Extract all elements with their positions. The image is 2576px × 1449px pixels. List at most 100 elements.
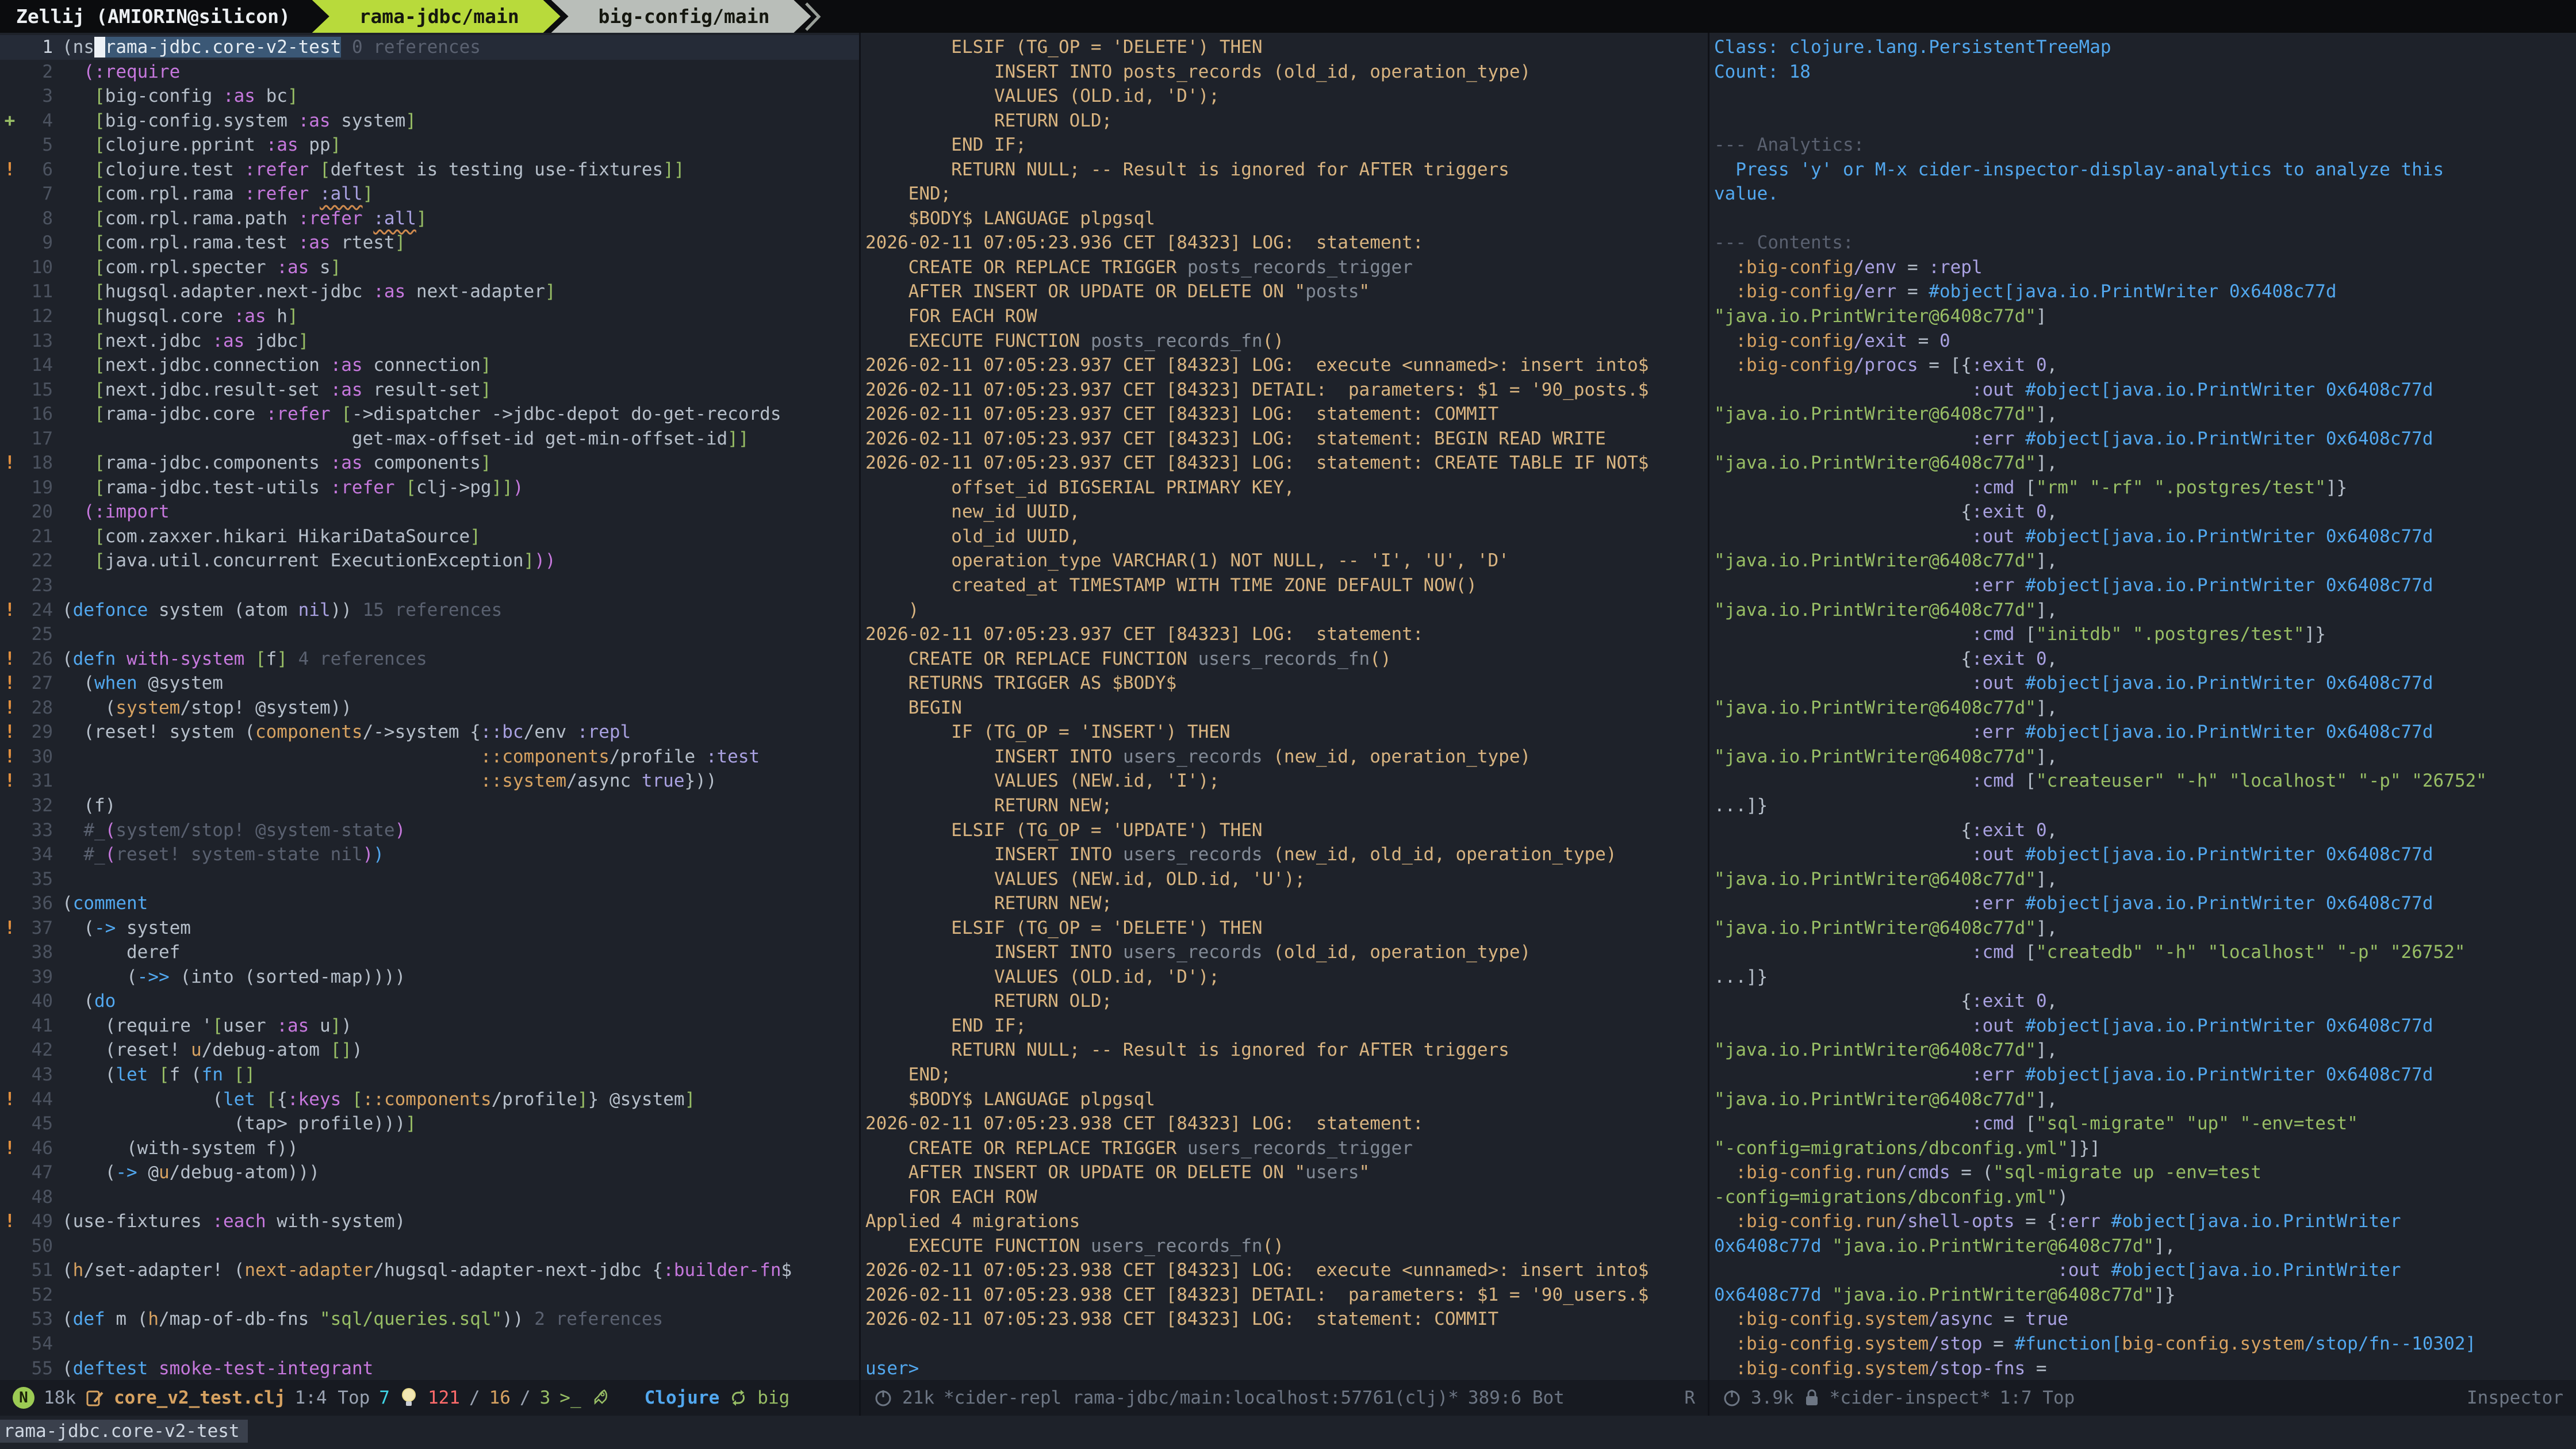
repl-buffer[interactable]: ELSIF (TG_OP = 'DELETE') THEN INSERT INT…: [861, 33, 1708, 1380]
source-code-line[interactable]: 13 [next.jdbc :as jdbc]: [0, 329, 859, 354]
inspector-line[interactable]: :big-config/env = :repl: [1714, 255, 2576, 280]
source-code-line[interactable]: 40 (do: [0, 989, 859, 1014]
repl-output-line[interactable]: AFTER INSERT OR UPDATE OR DELETE ON "use…: [865, 1160, 1708, 1185]
repl-output-line[interactable]: VALUES (OLD.id, 'D');: [865, 965, 1708, 990]
source-code-line[interactable]: 45 (tap> profile)))]: [0, 1111, 859, 1136]
inspector-line[interactable]: "java.io.PrintWriter@6408c77d"],: [1714, 451, 2576, 476]
inspector-line[interactable]: :cmd ["createuser" "-h" "localhost" "-p"…: [1714, 769, 2576, 793]
inspector-line[interactable]: {:exit 0,: [1714, 989, 2576, 1014]
inspector-line[interactable]: :big-config.run/shell-opts = {:err #obje…: [1714, 1209, 2576, 1234]
inspector-line[interactable]: :big-config/exit = 0: [1714, 329, 2576, 354]
inspector-line[interactable]: ...]}: [1714, 965, 2576, 990]
repl-output-line[interactable]: END IF;: [865, 1014, 1708, 1038]
repl-output-line[interactable]: CREATE OR REPLACE FUNCTION users_records…: [865, 647, 1708, 672]
source-code-line[interactable]: 15 [next.jdbc.result-set :as result-set]: [0, 378, 859, 402]
repl-output-line[interactable]: RETURN NEW;: [865, 891, 1708, 916]
repl-output-line[interactable]: 2026-02-11 07:05:23.937 CET [84323] LOG:…: [865, 622, 1708, 647]
inspector-line[interactable]: :out #object[java.io.PrintWriter 0x6408c…: [1714, 842, 2576, 867]
source-code-line[interactable]: !37 (-> system: [0, 916, 859, 941]
source-code-line[interactable]: 42 (reset! u/debug-atom []): [0, 1038, 859, 1063]
source-code-line[interactable]: 14 [next.jdbc.connection :as connection]: [0, 353, 859, 378]
inspector-buffer[interactable]: Class: clojure.lang.PersistentTreeMapCou…: [1709, 33, 2576, 1380]
source-code-line[interactable]: 41 (require '[user :as u]): [0, 1014, 859, 1038]
repl-output-line[interactable]: 2026-02-11 07:05:23.937 CET [84323] LOG:…: [865, 451, 1708, 476]
inspector-line[interactable]: :cmd ["rm" "-rf" ".postgres/test"]}: [1714, 476, 2576, 500]
repl-output-line[interactable]: CREATE OR REPLACE TRIGGER users_records_…: [865, 1136, 1708, 1161]
repl-output-line[interactable]: $BODY$ LANGUAGE plpgsql: [865, 206, 1708, 231]
repl-output-line[interactable]: INSERT INTO users_records (old_id, opera…: [865, 940, 1708, 965]
repl-output-line[interactable]: user>: [865, 1356, 1708, 1380]
inspector-line[interactable]: "java.io.PrintWriter@6408c77d"],: [1714, 867, 2576, 892]
repl-pane[interactable]: ELSIF (TG_OP = 'DELETE') THEN INSERT INT…: [861, 33, 1709, 1416]
inspector-line[interactable]: "java.io.PrintWriter@6408c77d"],: [1714, 1087, 2576, 1112]
source-code-line[interactable]: 21 [com.zaxxer.hikari HikariDataSource]: [0, 524, 859, 549]
inspector-line[interactable]: {:exit 0,: [1714, 500, 2576, 524]
source-code-line[interactable]: 20 (:import: [0, 500, 859, 524]
repl-output-line[interactable]: 2026-02-11 07:05:23.937 CET [84323] LOG:…: [865, 427, 1708, 451]
repl-output-line[interactable]: AFTER INSERT OR UPDATE OR DELETE ON "pos…: [865, 279, 1708, 304]
repl-output-line[interactable]: 2026-02-11 07:05:23.937 CET [84323] LOG:…: [865, 353, 1708, 378]
repl-output-line[interactable]: INSERT INTO users_records (new_id, opera…: [865, 745, 1708, 769]
inspector-line[interactable]: :err #object[java.io.PrintWriter 0x6408c…: [1714, 1063, 2576, 1087]
source-code-line[interactable]: 34 #_(reset! system-state nil)): [0, 842, 859, 867]
inspector-line[interactable]: "java.io.PrintWriter@6408c77d"],: [1714, 402, 2576, 427]
source-code-line[interactable]: 8 [com.rpl.rama.path :refer :all]: [0, 206, 859, 231]
inspector-line[interactable]: "-config=migrations/dbconfig.yml"]}]: [1714, 1136, 2576, 1161]
source-code-line[interactable]: +4 [big-config.system :as system]: [0, 109, 859, 133]
source-code-line[interactable]: 53(def m (h/map-of-db-fns "sql/queries.s…: [0, 1307, 859, 1332]
source-code-line[interactable]: 10 [com.rpl.specter :as s]: [0, 255, 859, 280]
inspector-line[interactable]: :big-config.run/cmds = ("sql-migrate up …: [1714, 1160, 2576, 1185]
inspector-line[interactable]: :err #object[java.io.PrintWriter 0x6408c…: [1714, 720, 2576, 745]
inspector-line[interactable]: --- Contents:: [1714, 231, 2576, 255]
repl-output-line[interactable]: FOR EACH ROW: [865, 304, 1708, 329]
inspector-line[interactable]: "java.io.PrintWriter@6408c77d"],: [1714, 696, 2576, 720]
inspector-line[interactable]: :out #object[java.io.PrintWriter: [1714, 1258, 2576, 1283]
inspector-line[interactable]: :big-config.system/stop = #function[big-…: [1714, 1332, 2576, 1356]
repl-output-line[interactable]: 2026-02-11 07:05:23.937 CET [84323] LOG:…: [865, 402, 1708, 427]
source-code-line[interactable]: 25: [0, 622, 859, 647]
inspector-line[interactable]: 0x6408c77d "java.io.PrintWriter@6408c77d…: [1714, 1283, 2576, 1308]
repl-output-line[interactable]: RETURN OLD;: [865, 109, 1708, 133]
repl-output-line[interactable]: ELSIF (TG_OP = 'UPDATE') THEN: [865, 818, 1708, 843]
repl-output-line[interactable]: $BODY$ LANGUAGE plpgsql: [865, 1087, 1708, 1112]
repl-output-line[interactable]: Applied 4 migrations: [865, 1209, 1708, 1234]
repl-output-line[interactable]: FOR EACH ROW: [865, 1185, 1708, 1210]
inspector-line[interactable]: :big-config.system/stop-fns =: [1714, 1356, 2576, 1380]
inspector-line[interactable]: "java.io.PrintWriter@6408c77d"]: [1714, 304, 2576, 329]
source-buffer[interactable]: 1(ns rama-jdbc.core-v2-test 0 references…: [0, 33, 859, 1380]
source-code-line[interactable]: 23: [0, 573, 859, 598]
inspector-line[interactable]: [1714, 206, 2576, 231]
repl-output-line[interactable]: 2026-02-11 07:05:23.938 CET [84323] LOG:…: [865, 1307, 1708, 1332]
source-code-line[interactable]: 9 [com.rpl.rama.test :as rtest]: [0, 231, 859, 255]
tab-rama-jdbc-main[interactable]: rama-jdbc/main: [312, 0, 561, 33]
inspector-line[interactable]: "java.io.PrintWriter@6408c77d"],: [1714, 598, 2576, 623]
source-code-line[interactable]: !27 (when @system: [0, 671, 859, 696]
inspector-line[interactable]: :cmd ["sql-migrate" "up" "-env=test": [1714, 1111, 2576, 1136]
source-code-line[interactable]: !6 [clojure.test :refer [deftest is test…: [0, 158, 859, 182]
repl-output-line[interactable]: 2026-02-11 07:05:23.938 CET [84323] LOG:…: [865, 1111, 1708, 1136]
repl-output-line[interactable]: ELSIF (TG_OP = 'DELETE') THEN: [865, 35, 1708, 60]
editor-pane[interactable]: 1(ns rama-jdbc.core-v2-test 0 references…: [0, 33, 861, 1416]
source-code-line[interactable]: !44 (let [{:keys [::components/profile]}…: [0, 1087, 859, 1112]
inspector-line[interactable]: :err #object[java.io.PrintWriter 0x6408c…: [1714, 891, 2576, 916]
source-code-line[interactable]: !46 (with-system f)): [0, 1136, 859, 1161]
repl-output-line[interactable]: RETURNS TRIGGER AS $BODY$: [865, 671, 1708, 696]
source-code-line[interactable]: 54: [0, 1332, 859, 1356]
inspector-line[interactable]: :out #object[java.io.PrintWriter 0x6408c…: [1714, 378, 2576, 402]
source-code-line[interactable]: !26(defn with-system [f] 4 references: [0, 647, 859, 672]
source-code-line[interactable]: 52: [0, 1283, 859, 1308]
source-code-line[interactable]: 22 [java.util.concurrent ExecutionExcept…: [0, 549, 859, 573]
source-code-line[interactable]: !28 (system/stop! @system)): [0, 696, 859, 720]
repl-output-line[interactable]: EXECUTE FUNCTION posts_records_fn(): [865, 329, 1708, 354]
source-code-line[interactable]: !49(use-fixtures :each with-system): [0, 1209, 859, 1234]
repl-output-line[interactable]: BEGIN: [865, 696, 1708, 720]
repl-output-line[interactable]: 2026-02-11 07:05:23.938 CET [84323] LOG:…: [865, 1258, 1708, 1283]
inspector-line[interactable]: ...]}: [1714, 793, 2576, 818]
repl-output-line[interactable]: old_id UUID,: [865, 524, 1708, 549]
inspector-line[interactable]: [1714, 84, 2576, 109]
inspector-line[interactable]: :err #object[java.io.PrintWriter 0x6408c…: [1714, 573, 2576, 598]
source-code-line[interactable]: 33 #_(system/stop! @system-state): [0, 818, 859, 843]
inspector-line[interactable]: -config=migrations/dbconfig.yml"): [1714, 1185, 2576, 1210]
inspector-line[interactable]: :big-config/procs = [{:exit 0,: [1714, 353, 2576, 378]
repl-output-line[interactable]: INSERT INTO users_records (new_id, old_i…: [865, 842, 1708, 867]
